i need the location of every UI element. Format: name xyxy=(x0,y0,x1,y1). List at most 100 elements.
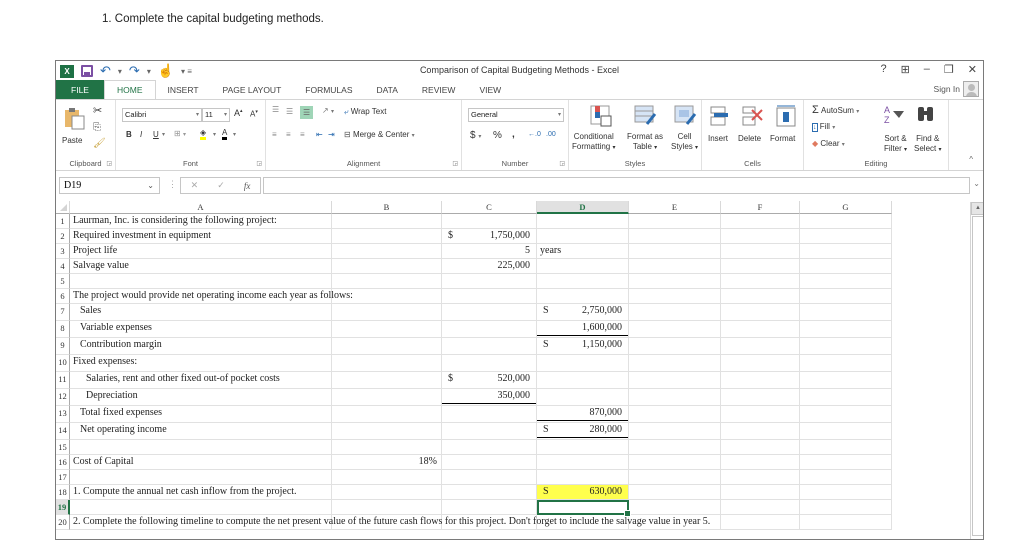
cell-d17[interactable] xyxy=(537,470,629,485)
cell-e15[interactable] xyxy=(629,440,721,455)
clear-button[interactable]: ◆ Clear ▾ xyxy=(812,139,845,148)
cell-f6[interactable] xyxy=(721,289,800,304)
paste-button[interactable]: Paste xyxy=(62,136,82,145)
cell-f16[interactable] xyxy=(721,455,800,470)
merge-center-button[interactable]: ⊟ Merge & Center ▾ xyxy=(344,130,415,139)
format-as-table-button[interactable]: Format as Table ▾ xyxy=(627,132,663,153)
increase-font-icon[interactable]: A▴ xyxy=(234,108,243,118)
name-box[interactable]: D19 ⌄ xyxy=(59,177,160,194)
cell-b2[interactable] xyxy=(332,229,442,244)
cell-c1[interactable] xyxy=(442,214,537,229)
autosum-button[interactable]: Σ AutoSum ▾ xyxy=(812,104,859,116)
cell-c19[interactable] xyxy=(442,500,537,515)
cell-g6[interactable] xyxy=(800,289,892,304)
cell-e3[interactable] xyxy=(629,244,721,259)
font-name-combo[interactable]: Calibri ▾ xyxy=(122,108,202,122)
sign-in-link[interactable]: Sign In xyxy=(934,81,979,97)
cell-c6[interactable] xyxy=(442,289,537,304)
cell-f14[interactable] xyxy=(721,423,800,440)
cell-f19[interactable] xyxy=(721,500,800,515)
cell-c16[interactable] xyxy=(442,455,537,470)
currency-button[interactable]: $ ▾ xyxy=(470,130,481,141)
cell-f9[interactable] xyxy=(721,338,800,355)
cell-g5[interactable] xyxy=(800,274,892,289)
cell-d11[interactable] xyxy=(537,372,629,389)
cell-g15[interactable] xyxy=(800,440,892,455)
row-header[interactable]: 3 xyxy=(56,244,70,259)
cell-e17[interactable] xyxy=(629,470,721,485)
borders-icon[interactable]: ⊞ ▾ xyxy=(174,129,186,138)
cell-f18[interactable] xyxy=(721,485,800,500)
cell-a9[interactable]: Contribution margin xyxy=(70,338,332,355)
restore-button[interactable]: ❐ xyxy=(944,63,954,76)
cell-a20[interactable]: 2. Complete the following timeline to co… xyxy=(70,515,710,530)
fill-color-icon[interactable]: ◈ xyxy=(200,128,207,140)
row-header[interactable]: 12 xyxy=(56,389,70,406)
confirm-entry-icon[interactable]: ✓ xyxy=(217,180,225,191)
cell-b7[interactable] xyxy=(332,304,442,321)
close-button[interactable]: ✕ xyxy=(968,63,977,76)
row-header[interactable]: 8 xyxy=(56,321,70,338)
cell-b19[interactable] xyxy=(332,500,442,515)
paste-icon[interactable] xyxy=(62,106,86,130)
bottom-align-icon[interactable]: ☰ xyxy=(300,106,314,119)
tab-data[interactable]: DATA xyxy=(365,80,410,99)
cell-f13[interactable] xyxy=(721,406,800,423)
cell-c11[interactable]: $520,000 xyxy=(442,372,537,389)
cell-f11[interactable] xyxy=(721,372,800,389)
cell-a13[interactable]: Total fixed expenses xyxy=(70,406,332,423)
cell-e16[interactable] xyxy=(629,455,721,470)
font-size-combo[interactable]: 11 ▾ xyxy=(202,108,230,122)
copy-icon[interactable]: ⎘ xyxy=(93,122,101,133)
cell-f17[interactable] xyxy=(721,470,800,485)
cell-b9[interactable] xyxy=(332,338,442,355)
tab-review[interactable]: REVIEW xyxy=(410,80,468,99)
middle-align-icon[interactable]: ☰ xyxy=(286,107,293,116)
cell-e4[interactable] xyxy=(629,259,721,274)
insert-function-icon[interactable]: fx xyxy=(244,181,251,191)
cell-g19[interactable] xyxy=(800,500,892,515)
cell-f2[interactable] xyxy=(721,229,800,244)
cell-d8[interactable]: 1,600,000 xyxy=(537,321,629,338)
italic-button[interactable]: I xyxy=(140,130,142,139)
cell-d4[interactable] xyxy=(537,259,629,274)
cell-b5[interactable] xyxy=(332,274,442,289)
cell-g2[interactable] xyxy=(800,229,892,244)
cell-b3[interactable] xyxy=(332,244,442,259)
cell-d19[interactable] xyxy=(537,500,631,517)
cell-b4[interactable] xyxy=(332,259,442,274)
cell-a5[interactable] xyxy=(70,274,332,289)
cell-d7[interactable]: S 2,750,000 xyxy=(537,304,629,321)
cell-c8[interactable] xyxy=(442,321,537,338)
tab-insert[interactable]: INSERT xyxy=(156,80,211,99)
decrease-font-icon[interactable]: A▾ xyxy=(250,109,258,119)
cell-c14[interactable] xyxy=(442,423,537,440)
cell-c15[interactable] xyxy=(442,440,537,455)
cell-a2[interactable]: Required investment in equipment xyxy=(70,229,332,244)
cell-e10[interactable] xyxy=(629,355,721,372)
select-all-button[interactable] xyxy=(56,201,70,214)
conditional-formatting-button[interactable]: Conditional Formatting ▾ xyxy=(572,132,615,153)
cell-e12[interactable] xyxy=(629,389,721,406)
cell-b15[interactable] xyxy=(332,440,442,455)
cell-c9[interactable] xyxy=(442,338,537,355)
cell-d10[interactable] xyxy=(537,355,629,372)
insert-button[interactable]: Insert xyxy=(708,134,728,143)
bold-button[interactable]: B xyxy=(126,130,132,139)
cell-d3[interactable]: years xyxy=(537,244,629,259)
cell-b18[interactable] xyxy=(332,485,442,500)
fill-button[interactable]: ↓ Fill ▾ xyxy=(812,122,835,132)
cell-e11[interactable] xyxy=(629,372,721,389)
align-center-icon[interactable]: ≡ xyxy=(286,130,291,139)
row-header[interactable]: 19 xyxy=(56,500,70,515)
row-header[interactable]: 13 xyxy=(56,406,70,423)
cell-e7[interactable] xyxy=(629,304,721,321)
cell-d5[interactable] xyxy=(537,274,629,289)
row-header[interactable]: 6 xyxy=(56,289,70,304)
sort-filter-button[interactable]: Sort & Filter ▾ xyxy=(884,134,907,155)
find-select-button[interactable]: Find & Select ▾ xyxy=(914,134,941,155)
cell-g4[interactable] xyxy=(800,259,892,274)
cell-a19[interactable] xyxy=(70,500,332,515)
decrease-indent-icon[interactable]: ⇤ xyxy=(316,130,323,139)
formula-bar-splitter[interactable]: ⋮ xyxy=(168,179,177,190)
